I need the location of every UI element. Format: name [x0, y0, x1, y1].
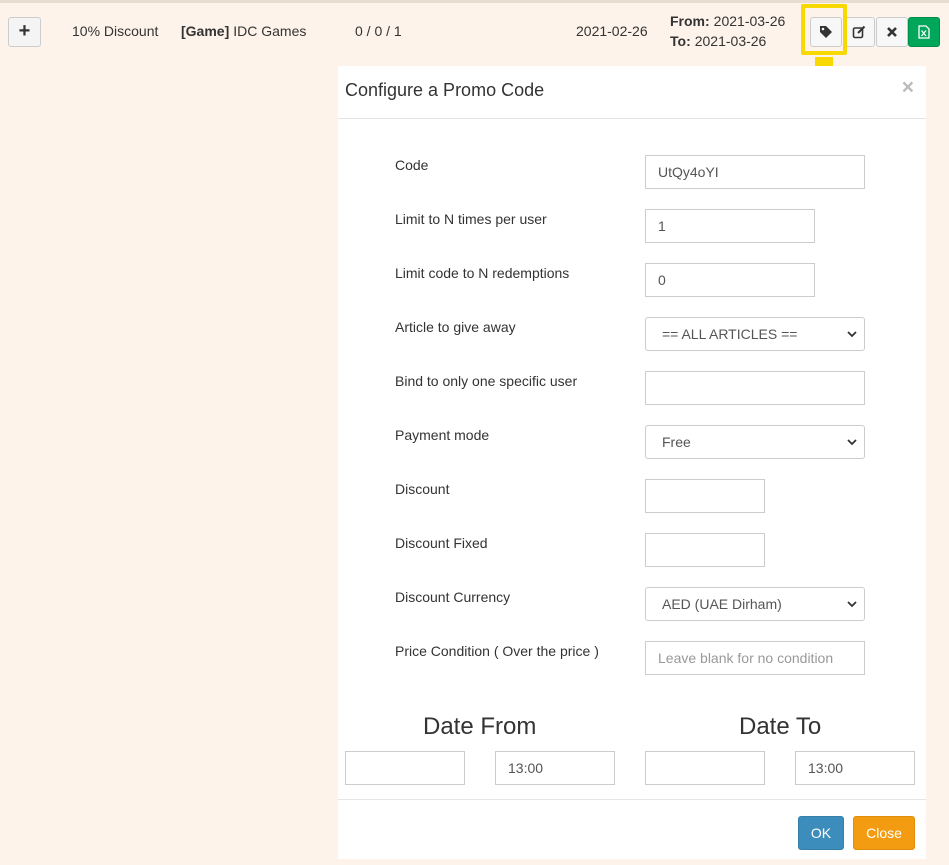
- article-select-value: == ALL ARTICLES ==: [662, 326, 798, 342]
- payment-mode-label: Payment mode: [395, 427, 490, 443]
- date-from-time-input[interactable]: 13:00: [495, 751, 615, 785]
- date-to-input[interactable]: [645, 751, 765, 785]
- delete-icon: [887, 27, 897, 37]
- chevron-down-icon: [847, 439, 857, 446]
- export-excel-button[interactable]: [908, 17, 940, 47]
- ok-button[interactable]: OK: [798, 816, 844, 850]
- expand-row-button[interactable]: +: [8, 17, 41, 47]
- chevron-down-icon: [847, 331, 857, 338]
- modal-close-icon[interactable]: ×: [902, 76, 914, 100]
- from-line: From: 2021-03-26: [670, 11, 785, 31]
- chevron-down-icon: [847, 601, 857, 608]
- game-name: IDC Games: [233, 23, 307, 39]
- limit-user-input[interactable]: 1: [645, 209, 815, 243]
- limit-redemptions-label: Limit code to N redemptions: [395, 265, 570, 281]
- discount-fixed-label: Discount Fixed: [395, 535, 488, 551]
- promo-name: 10% Discount: [72, 23, 159, 39]
- to-date: 2021-03-26: [694, 33, 767, 49]
- discount-currency-select[interactable]: AED (UAE Dirham): [645, 587, 865, 621]
- from-date: 2021-03-26: [713, 13, 786, 29]
- promo-created-date: 2021-02-26: [576, 23, 648, 39]
- promo-game: [Game] IDC Games: [181, 3, 306, 59]
- discount-currency-label: Discount Currency: [395, 589, 511, 605]
- to-label: To:: [670, 33, 691, 49]
- code-input[interactable]: UtQy4oYI: [645, 155, 865, 189]
- date-to-time-input[interactable]: 13:00: [795, 751, 915, 785]
- excel-icon: [918, 25, 930, 39]
- limit-user-label: Limit to N times per user: [395, 211, 547, 227]
- game-tag: [Game]: [181, 23, 230, 39]
- delete-button[interactable]: [876, 17, 908, 47]
- from-label: From:: [670, 13, 710, 29]
- price-condition-label: Price Condition ( Over the price ): [395, 643, 599, 659]
- discount-input[interactable]: [645, 479, 765, 513]
- article-label: Article to give away: [395, 319, 516, 335]
- close-button[interactable]: Close: [853, 816, 915, 850]
- payment-mode-select[interactable]: Free: [645, 425, 865, 459]
- discount-label: Discount: [395, 481, 450, 497]
- modal-header: Configure a Promo Code ×: [338, 66, 926, 119]
- modal-title: Configure a Promo Code: [345, 80, 545, 100]
- price-condition-input[interactable]: Leave blank for no condition: [645, 641, 865, 675]
- to-line: To: 2021-03-26: [670, 31, 766, 51]
- article-select[interactable]: == ALL ARTICLES ==: [645, 317, 865, 351]
- discount-fixed-input[interactable]: [645, 533, 765, 567]
- edit-button[interactable]: [843, 17, 875, 47]
- date-from-input[interactable]: [345, 751, 465, 785]
- limit-redemptions-input[interactable]: 0: [645, 263, 815, 297]
- modal-footer: OK Close: [338, 799, 926, 859]
- promo-code-modal: Configure a Promo Code × Code UtQy4oYI L…: [338, 66, 926, 859]
- highlight-box: [801, 4, 847, 55]
- edit-icon: [852, 25, 866, 39]
- date-to-heading: Date To: [739, 713, 822, 740]
- bind-user-input[interactable]: [645, 371, 865, 405]
- promo-counts: 0 / 0 / 1: [355, 23, 402, 39]
- payment-mode-value: Free: [662, 434, 691, 450]
- bind-user-label: Bind to only one specific user: [395, 373, 578, 389]
- promo-date-range: From: 2021-03-26 To: 2021-03-26: [670, 3, 785, 59]
- date-from-heading: Date From: [423, 713, 537, 740]
- code-label: Code: [395, 157, 429, 173]
- discount-currency-value: AED (UAE Dirham): [662, 596, 782, 612]
